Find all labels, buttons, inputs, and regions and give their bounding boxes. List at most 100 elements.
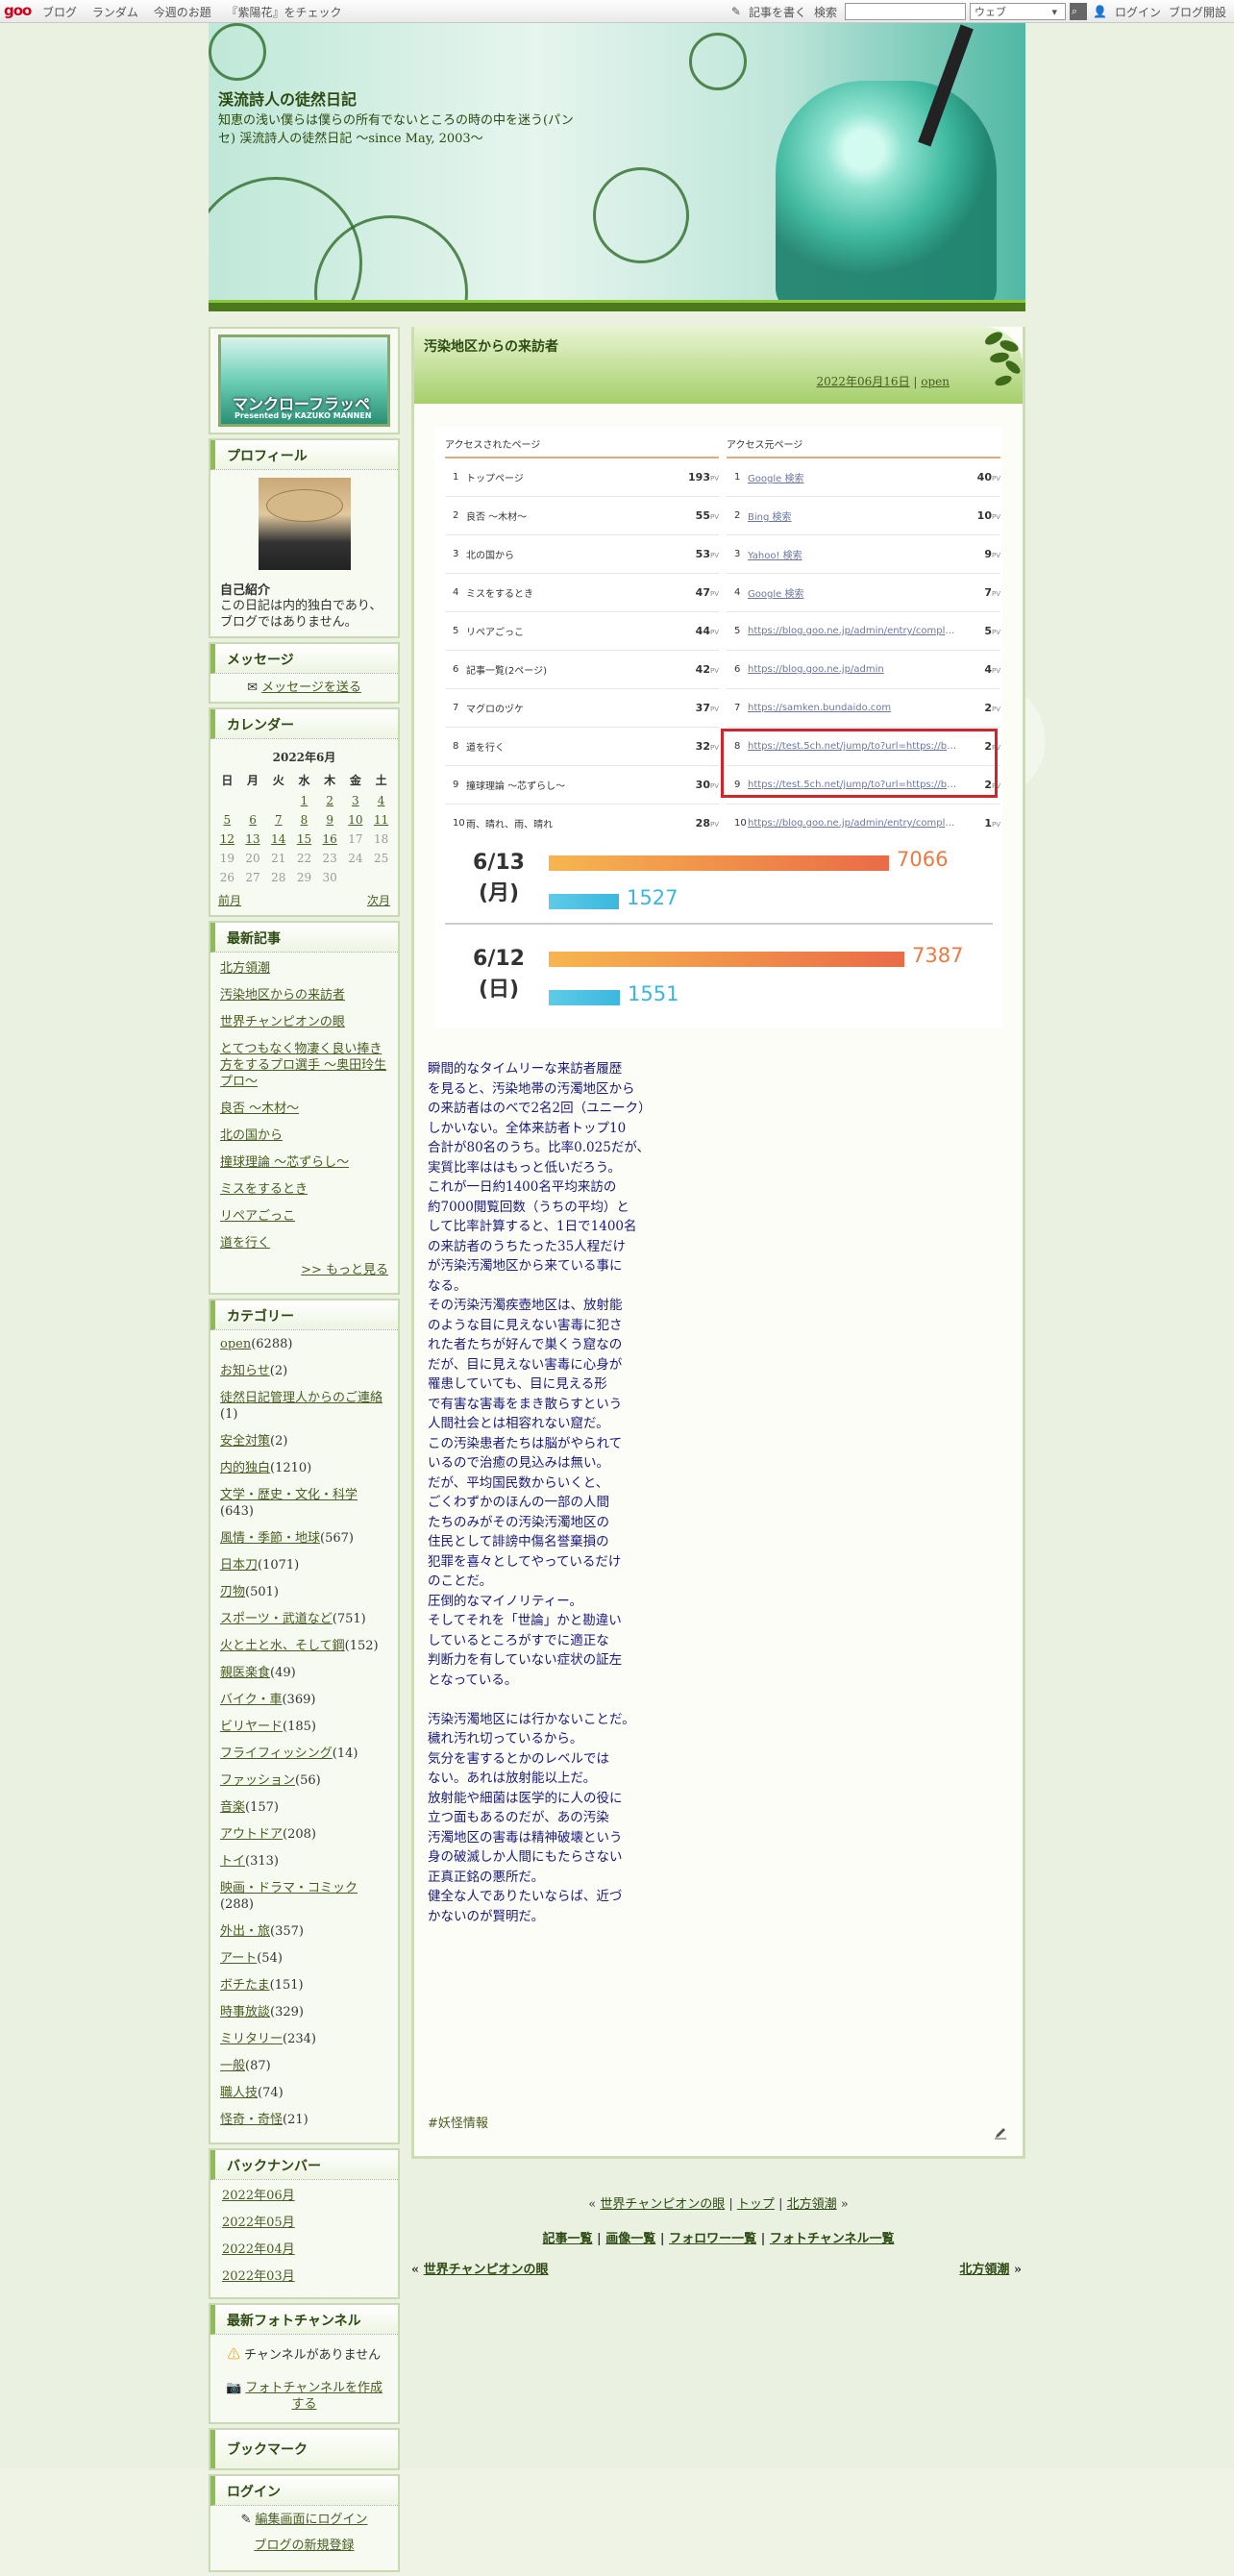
cal-day[interactable]: 9 bbox=[317, 810, 343, 830]
bottom-prev-link[interactable]: 世界チャンピオンの眼 bbox=[424, 2263, 549, 2277]
backnumber-item[interactable]: 2022年06月 bbox=[222, 2188, 386, 2204]
cal-day[interactable]: 5 bbox=[214, 810, 240, 830]
recent-item[interactable]: ミスをするとき bbox=[220, 1181, 388, 1198]
rank-label[interactable]: https://blog.goo.ne.jp/admin bbox=[748, 664, 958, 675]
category-link[interactable]: フライフィッシング bbox=[220, 1746, 333, 1761]
cal-day[interactable]: 11 bbox=[368, 810, 394, 830]
new-blog-link[interactable]: ブログの新規登録 bbox=[220, 2538, 388, 2554]
recent-item[interactable]: 北方領潮 bbox=[220, 960, 388, 977]
category-link[interactable]: 徒然日記管理人からのご連絡 bbox=[220, 1391, 383, 1405]
search-input[interactable] bbox=[845, 3, 967, 20]
article-list-link[interactable]: 記事一覧 bbox=[542, 2232, 592, 2246]
nav-check-theme[interactable]: 『紫陽花』をチェック bbox=[227, 6, 342, 19]
recent-item[interactable]: 道を行く bbox=[220, 1235, 388, 1251]
recent-item[interactable]: 北の国から bbox=[220, 1127, 388, 1144]
backnumber-item[interactable]: 2022年04月 bbox=[222, 2242, 386, 2258]
post-date[interactable]: 2022年06月16日 bbox=[816, 375, 909, 388]
rank-label[interactable]: Google 検索 bbox=[748, 585, 958, 600]
calendar-prev-link[interactable]: 前月 bbox=[218, 893, 241, 909]
category-link[interactable]: アウトドア bbox=[220, 1827, 283, 1842]
login-link[interactable]: ログイン bbox=[1115, 4, 1161, 20]
category-link[interactable]: open bbox=[220, 1337, 251, 1351]
backnumber-item[interactable]: 2022年05月 bbox=[222, 2215, 386, 2231]
create-channel-link[interactable]: フォトチャンネルを作成する bbox=[245, 2381, 383, 2412]
goo-logo[interactable]: goo bbox=[4, 2, 32, 19]
category-link[interactable]: ビリヤード bbox=[220, 1720, 283, 1734]
category-link[interactable]: 時事放談 bbox=[220, 2005, 270, 2019]
next-post-link[interactable]: 北方領潮 bbox=[787, 2197, 837, 2212]
category-link[interactable]: ファッション bbox=[220, 1773, 295, 1788]
frappe-banner[interactable]: マンクローフラッペ Presented by KAZUKO MANNEN bbox=[218, 334, 390, 427]
cal-day[interactable]: 3 bbox=[343, 791, 369, 810]
rank-label[interactable]: https://samken.bundaido.com bbox=[748, 703, 958, 713]
recent-item[interactable]: とてつもなく物凄く良い捧き方をするプロ選手 ～奥田玲生プロ～ bbox=[220, 1041, 388, 1090]
rank-label[interactable]: Google 検索 bbox=[748, 470, 958, 484]
category-link[interactable]: ボチたま bbox=[220, 1978, 270, 1993]
cal-day[interactable]: 4 bbox=[368, 791, 394, 810]
prev-post-link[interactable]: 世界チャンピオンの眼 bbox=[600, 2197, 725, 2212]
category-link[interactable]: お知らせ bbox=[220, 1364, 270, 1378]
cal-day[interactable]: 12 bbox=[214, 830, 240, 849]
edit-login-link[interactable]: 編集画面にログイン bbox=[256, 2513, 368, 2527]
search-scope-select[interactable]: ウェブ ▾ bbox=[970, 3, 1067, 20]
cal-day[interactable]: 16 bbox=[317, 830, 343, 849]
cal-day[interactable]: 15 bbox=[291, 830, 317, 849]
calendar-next-link[interactable]: 次月 bbox=[367, 893, 390, 909]
recent-item[interactable]: 汚染地区からの来訪者 bbox=[220, 987, 388, 1003]
search-button[interactable]: ⌕ bbox=[1070, 3, 1088, 20]
bottom-next-link[interactable]: 北方領潮 bbox=[959, 2263, 1009, 2277]
category-link[interactable]: 刃物 bbox=[220, 1585, 245, 1599]
cal-day[interactable]: 1 bbox=[291, 791, 317, 810]
recent-item[interactable]: リペアごっこ bbox=[220, 1208, 388, 1225]
category-link[interactable]: アート bbox=[220, 1951, 257, 1966]
nav-blog[interactable]: ブログ bbox=[42, 6, 77, 19]
category-link[interactable]: 外出・旅 bbox=[220, 1924, 270, 1939]
backnumber-item[interactable]: 2022年03月 bbox=[222, 2268, 386, 2285]
rank-label[interactable]: https://blog.goo.ne.jp/admin/entry/compl… bbox=[748, 626, 958, 636]
recent-item[interactable]: 世界チャンピオンの眼 bbox=[220, 1014, 388, 1030]
open-blog-link[interactable]: ブログ開設 bbox=[1169, 4, 1226, 20]
send-message-link[interactable]: メッセージを送る bbox=[261, 681, 361, 695]
blog-title[interactable]: 渓流詩人の徒然日記 bbox=[218, 87, 357, 110]
post-title[interactable]: 汚染地区からの来訪者 bbox=[424, 336, 558, 356]
cal-day[interactable]: 14 bbox=[265, 830, 291, 849]
cal-day[interactable]: 7 bbox=[265, 810, 291, 830]
category-link[interactable]: 風情・季節・地球 bbox=[220, 1531, 320, 1546]
category-link[interactable]: ミリタリー bbox=[220, 2032, 283, 2046]
rank-label[interactable]: Bing 検索 bbox=[748, 508, 958, 523]
category-link[interactable]: 音楽 bbox=[220, 1800, 245, 1815]
nav-weekly-theme[interactable]: 今週のお題 bbox=[154, 6, 211, 19]
cal-day[interactable]: 8 bbox=[291, 810, 317, 830]
cal-day[interactable]: 6 bbox=[240, 810, 266, 830]
category-link[interactable]: 火と土と水、そして鋼 bbox=[220, 1639, 345, 1653]
category-link[interactable]: 親医楽食 bbox=[220, 1666, 270, 1680]
write-article-link[interactable]: 記事を書く bbox=[749, 4, 806, 20]
cal-day[interactable]: 2 bbox=[317, 791, 343, 810]
recent-more-link[interactable]: >> もっと見る bbox=[220, 1262, 388, 1278]
follower-list-link[interactable]: フォロワー一覧 bbox=[669, 2232, 756, 2246]
category-link[interactable]: 一般 bbox=[220, 2059, 245, 2073]
post-tag[interactable]: #妖怪情報 bbox=[428, 2113, 488, 2131]
category-link[interactable]: 怪奇・奇怪 bbox=[220, 2113, 283, 2127]
category-link[interactable]: 職人技 bbox=[220, 2086, 258, 2100]
cal-day[interactable]: 13 bbox=[240, 830, 266, 849]
edit-pencil-icon[interactable] bbox=[994, 2126, 1007, 2140]
category-link[interactable]: 安全対策 bbox=[220, 1434, 270, 1449]
recent-item[interactable]: 良否 ～木材～ bbox=[220, 1101, 388, 1117]
rank-label[interactable]: Yahoo! 検索 bbox=[748, 547, 958, 561]
category-link[interactable]: 文学・歴史・文化・科学 bbox=[220, 1488, 358, 1502]
category-link[interactable]: トイ bbox=[220, 1854, 245, 1869]
category-link[interactable]: 日本刀 bbox=[220, 1558, 258, 1573]
cal-day[interactable]: 10 bbox=[343, 810, 369, 830]
recent-item[interactable]: 撞球理論 ～芯ずらし～ bbox=[220, 1154, 388, 1171]
category-link[interactable]: 内的独白 bbox=[220, 1461, 270, 1475]
post-category[interactable]: open bbox=[921, 375, 950, 388]
top-link[interactable]: トップ bbox=[737, 2197, 775, 2212]
rank-label[interactable]: https://blog.goo.ne.jp/admin/entry/compl… bbox=[748, 818, 958, 829]
image-list-link[interactable]: 画像一覧 bbox=[605, 2232, 655, 2246]
photo-channel-list-link[interactable]: フォトチャンネル一覧 bbox=[770, 2232, 895, 2246]
category-link[interactable]: 映画・ドラマ・コミック bbox=[220, 1881, 358, 1895]
category-link[interactable]: スポーツ・武道など bbox=[220, 1612, 333, 1626]
nav-random[interactable]: ランダム bbox=[92, 6, 138, 19]
category-link[interactable]: バイク・車 bbox=[220, 1693, 282, 1707]
